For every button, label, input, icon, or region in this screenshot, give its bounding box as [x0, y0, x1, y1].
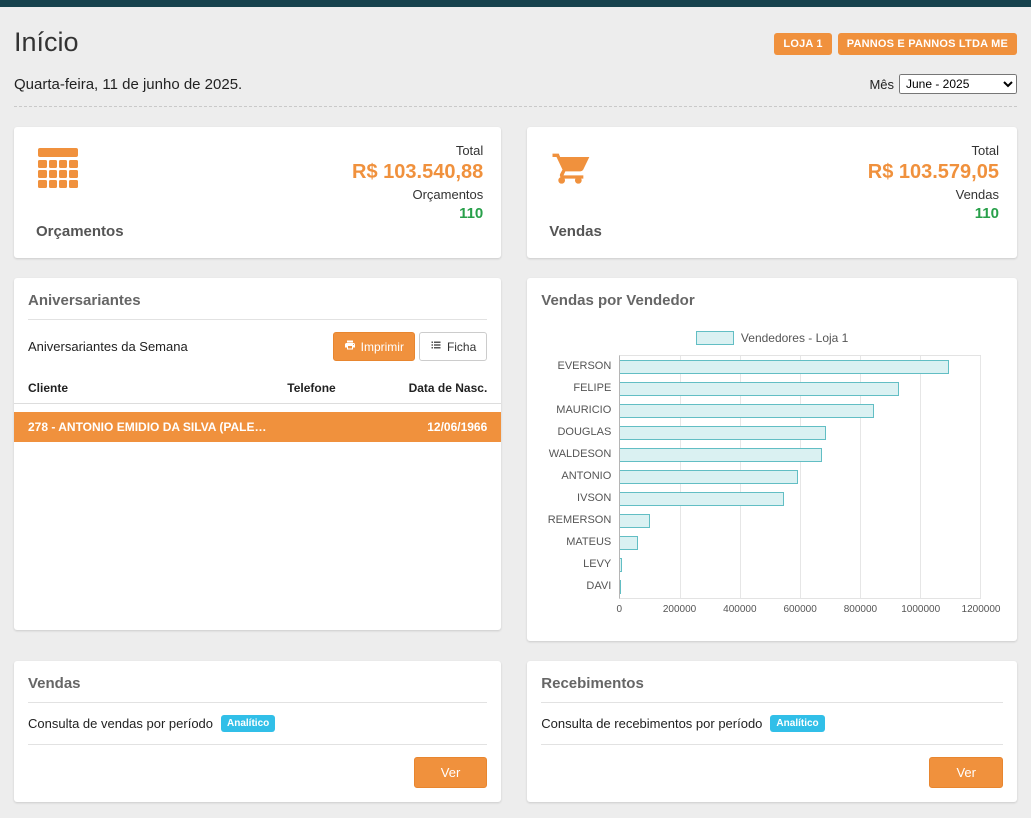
vendas-total-value: R$ 103.579,05 — [868, 161, 999, 184]
cart-icon — [549, 147, 593, 189]
orcamentos-summary-card: Orçamentos Total R$ 103.540,88 Orçamento… — [14, 127, 501, 258]
legend-swatch — [696, 331, 734, 345]
aniversariantes-subtitle: Aniversariantes da Semana — [28, 339, 188, 354]
chart-title: Vendas por Vendedor — [541, 292, 1003, 309]
row-cliente: 278 - ANTONIO EMIDIO DA SILVA (PALE… — [28, 420, 266, 434]
vendas-count-label: Vendas — [868, 187, 999, 202]
chart-bar-remerson — [620, 514, 649, 528]
chart-labels: EVERSONFELIPEMAURICIODOUGLASWALDESONANTO… — [541, 355, 619, 599]
vendas-por-vendedor-card: Vendas por Vendedor Vendedores - Loja 1 … — [527, 278, 1017, 641]
vendas-total-label: Total — [868, 143, 999, 158]
chart-category-label: IVSON — [541, 487, 619, 509]
legend-label: Vendedores - Loja 1 — [741, 331, 848, 345]
chart-category-label: MAURICIO — [541, 399, 619, 421]
chart-category-label: MATEUS — [541, 531, 619, 553]
chart-category-label: DAVI — [541, 575, 619, 597]
chart-legend: Vendedores - Loja 1 — [541, 331, 1003, 345]
chart-bar-waldeson — [620, 448, 821, 462]
aniversariantes-title: Aniversariantes — [28, 292, 487, 309]
aniversariantes-card: Aniversariantes Aniversariantes da Seman… — [14, 278, 501, 630]
month-label: Mês — [869, 77, 894, 92]
month-select[interactable]: June - 2025 — [899, 74, 1017, 94]
recebimentos-report-title: Recebimentos — [541, 675, 1003, 692]
orcamentos-count-value: 110 — [352, 205, 483, 222]
chart-bar-ivson — [620, 492, 783, 506]
list-icon — [430, 339, 442, 354]
current-date: Quarta-feira, 11 de junho de 2025. — [14, 76, 242, 93]
imprimir-label: Imprimir — [361, 340, 404, 354]
x-tick-label: 400000 — [723, 604, 756, 615]
imprimir-button[interactable]: Imprimir — [333, 332, 415, 361]
vendas-report-title: Vendas — [28, 675, 487, 692]
store-badge[interactable]: LOJA 1 — [774, 33, 831, 55]
analitico-badge: Analítico — [221, 715, 275, 732]
chart-x-axis: 020000040000060000080000010000001200000 — [619, 599, 981, 617]
chart-bar-felipe — [620, 382, 899, 396]
chart-category-label: REMERSON — [541, 509, 619, 531]
dashboard-page: Início LOJA 1 PANNOS E PANNOS LTDA ME Qu… — [0, 7, 1031, 816]
x-tick-label: 1200000 — [962, 604, 1001, 615]
ver-vendas-button[interactable]: Ver — [414, 757, 488, 788]
chart-bar-antonio — [620, 470, 797, 484]
recebimentos-report-card: Recebimentos Consulta de recebimentos po… — [527, 661, 1017, 802]
table-row[interactable]: 278 - ANTONIO EMIDIO DA SILVA (PALE… 12/… — [14, 412, 501, 442]
chart-bar-douglas — [620, 426, 825, 440]
vendas-report-card: Vendas Consulta de vendas por período An… — [14, 661, 501, 802]
ficha-label: Ficha — [447, 340, 476, 354]
x-tick-label: 0 — [617, 604, 623, 615]
vendas-card-label: Vendas — [549, 223, 602, 240]
gridline — [980, 356, 981, 598]
col-data-nasc: Data de Nasc. — [397, 381, 487, 395]
top-accent-bar — [0, 0, 1031, 7]
orcamentos-total-value: R$ 103.540,88 — [352, 161, 483, 184]
calculator-icon — [36, 147, 80, 189]
birthdays-table-header: Cliente Telefone Data de Nasc. — [14, 365, 501, 404]
vendas-count-value: 110 — [868, 205, 999, 222]
chart-category-label: FELIPE — [541, 377, 619, 399]
chart-category-label: EVERSON — [541, 355, 619, 377]
page-title: Início — [14, 27, 79, 58]
analitico-badge: Analítico — [770, 715, 824, 732]
col-cliente: Cliente — [28, 381, 287, 395]
vendas-summary-card: Vendas Total R$ 103.579,05 Vendas 110 — [527, 127, 1017, 258]
x-tick-label: 600000 — [783, 604, 816, 615]
chart-bar-levy — [620, 558, 622, 572]
chart-category-label: ANTONIO — [541, 465, 619, 487]
chart-bar-everson — [620, 360, 948, 374]
ficha-button[interactable]: Ficha — [419, 332, 487, 361]
vendas-report-desc: Consulta de vendas por período — [28, 716, 213, 731]
orcamentos-count-label: Orçamentos — [352, 187, 483, 202]
chart-category-label: WALDESON — [541, 443, 619, 465]
chart-bar-mauricio — [620, 404, 873, 418]
col-telefone: Telefone — [287, 381, 397, 395]
recebimentos-report-desc: Consulta de recebimentos por período — [541, 716, 762, 731]
header-badges: LOJA 1 PANNOS E PANNOS LTDA ME — [774, 33, 1017, 55]
vendedores-chart: EVERSONFELIPEMAURICIODOUGLASWALDESONANTO… — [541, 355, 1003, 599]
chart-plot — [619, 355, 981, 599]
x-tick-label: 1000000 — [901, 604, 940, 615]
company-badge[interactable]: PANNOS E PANNOS LTDA ME — [838, 33, 1017, 55]
x-tick-label: 200000 — [663, 604, 696, 615]
chart-bar-mateus — [620, 536, 637, 550]
chart-category-label: LEVY — [541, 553, 619, 575]
orcamentos-total-label: Total — [352, 143, 483, 158]
orcamentos-card-label: Orçamentos — [36, 223, 124, 240]
row-data-nasc: 12/06/1966 — [427, 420, 487, 434]
printer-icon — [344, 339, 356, 354]
x-tick-label: 800000 — [844, 604, 877, 615]
ver-recebimentos-button[interactable]: Ver — [929, 757, 1003, 788]
chart-bar-davi — [620, 580, 621, 594]
chart-category-label: DOUGLAS — [541, 421, 619, 443]
